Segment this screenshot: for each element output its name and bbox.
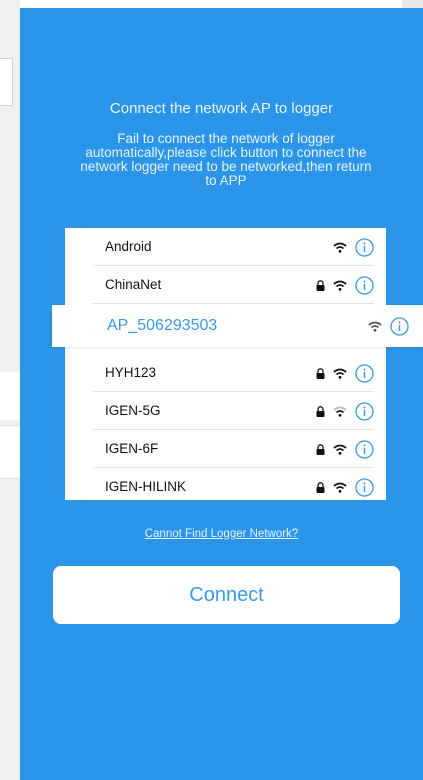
background-corner	[402, 0, 423, 8]
network-row-android[interactable]: Android	[65, 228, 386, 266]
network-row-igen-5g[interactable]: IGEN-5G	[65, 392, 386, 430]
network-ssid: ChinaNet	[105, 277, 162, 292]
panel-description: Fail to connect the network of logger au…	[80, 131, 372, 188]
background-band-2	[0, 425, 20, 479]
network-row-ap-selected[interactable]: AP_506293503	[52, 305, 423, 347]
network-ssid: Android	[105, 239, 152, 254]
wifi-icon	[333, 406, 347, 417]
network-ssid: IGEN-6F	[105, 441, 159, 456]
background-band	[0, 372, 20, 420]
wifi-icon	[333, 242, 347, 253]
wifi-icon	[333, 444, 347, 455]
network-row-chinanet[interactable]: ChinaNet	[65, 266, 386, 304]
network-row-igen-6f[interactable]: IGEN-6F	[65, 430, 386, 468]
info-icon[interactable]	[355, 439, 374, 459]
lock-icon	[316, 481, 325, 493]
info-icon[interactable]	[390, 316, 409, 336]
info-icon[interactable]	[355, 401, 374, 421]
network-ssid: IGEN-HILINK	[105, 479, 187, 494]
lock-icon	[316, 405, 325, 417]
info-icon[interactable]	[355, 363, 374, 383]
wifi-icon	[333, 482, 347, 493]
network-ssid-selected: AP_506293503	[107, 317, 218, 334]
panel-title: Connect the network AP to logger	[109, 100, 334, 117]
network-row-hyh123[interactable]: HYH123	[65, 354, 386, 392]
network-row-igen-hilink[interactable]: IGEN-HILINK	[65, 468, 386, 506]
connect-ap-panel: Connect the network AP to logger Fail to…	[20, 8, 423, 780]
row-divider	[93, 303, 374, 304]
wifi-icon	[333, 280, 347, 291]
wifi-icon	[333, 368, 347, 379]
lock-icon	[316, 367, 325, 379]
background-input-box	[0, 58, 13, 106]
info-icon[interactable]	[355, 275, 374, 295]
cannot-find-network-link[interactable]: Cannot Find Logger Network?	[20, 528, 423, 540]
network-list: Android ChinaNet HYH123 IGEN-5G IGEN-6F …	[65, 228, 386, 500]
wifi-icon	[368, 321, 382, 332]
network-ssid: IGEN-5G	[105, 403, 161, 418]
connect-button[interactable]: Connect	[53, 566, 400, 624]
info-icon[interactable]	[355, 477, 374, 497]
info-icon[interactable]	[355, 237, 374, 257]
network-ssid: HYH123	[105, 365, 157, 380]
lock-icon	[316, 443, 325, 455]
lock-icon	[316, 279, 325, 291]
background-page	[0, 0, 20, 780]
